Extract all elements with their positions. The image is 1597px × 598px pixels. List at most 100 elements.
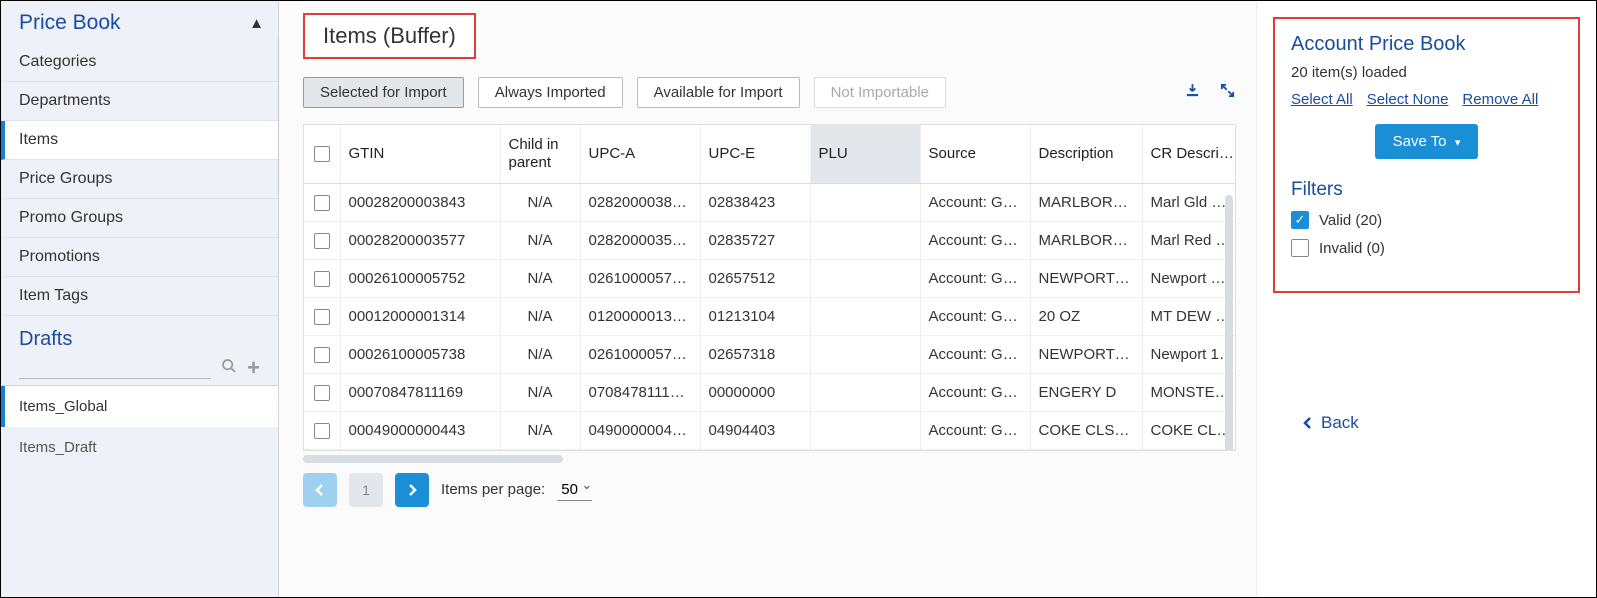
table-row[interactable]: 00012000001314N/A0120000013…01213104Acco… — [304, 297, 1236, 335]
search-icon[interactable] — [221, 358, 237, 379]
row-checkbox[interactable] — [304, 335, 340, 373]
sidebar-item-departments[interactable]: Departments — [1, 82, 278, 121]
pager-next-button[interactable] — [395, 473, 429, 507]
cell-cr-description: COKE CLSC … — [1142, 411, 1236, 449]
cell-upce: 00000000 — [700, 373, 810, 411]
col-gtin[interactable]: GTIN — [340, 125, 500, 183]
cell-cr-description: Marl Gld Bo… — [1142, 183, 1236, 221]
row-checkbox[interactable] — [304, 183, 340, 221]
table-scrollbar-horizontal[interactable] — [303, 455, 563, 463]
cell-source: Account: Gr… — [920, 183, 1030, 221]
cell-gtin: 00012000001314 — [340, 297, 500, 335]
tab-always-imported[interactable]: Always Imported — [478, 77, 623, 108]
filter-checkbox[interactable] — [1291, 239, 1309, 257]
pager-prev-button[interactable] — [303, 473, 337, 507]
remove-all-link[interactable]: Remove All — [1462, 91, 1538, 108]
cell-upca: 0282000035… — [580, 221, 700, 259]
cell-description: NEWPORT M… — [1030, 335, 1142, 373]
sidebar-item-item-tags[interactable]: Item Tags — [1, 277, 278, 316]
sidebar-item-price-groups[interactable]: Price Groups — [1, 160, 278, 199]
table-row[interactable]: 00028200003577N/A0282000035…02835727Acco… — [304, 221, 1236, 259]
cell-upca: 0490000004… — [580, 411, 700, 449]
filter-row: ✓ Valid (20) — [1291, 211, 1562, 229]
table-row[interactable]: 00049000000443N/A0490000004…04904403Acco… — [304, 411, 1236, 449]
row-checkbox[interactable] — [304, 259, 340, 297]
filter-row: Invalid (0) — [1291, 239, 1562, 257]
sidebar-header-pricebook[interactable]: Price Book ▲ — [1, 1, 278, 43]
sidebar-header-drafts[interactable]: Drafts — [1, 316, 278, 357]
save-to-button[interactable]: Save To ▾ — [1375, 124, 1479, 159]
items-per-page-label: Items per page: — [441, 481, 545, 498]
cell-upca: 0120000013… — [580, 297, 700, 335]
row-checkbox[interactable] — [304, 373, 340, 411]
page-title: Items (Buffer) — [303, 13, 476, 59]
sidebar-item-categories[interactable]: Categories — [1, 43, 278, 82]
table-row[interactable]: 00028200003843N/A0282000038…02838423Acco… — [304, 183, 1236, 221]
select-all-link[interactable]: Select All — [1291, 91, 1353, 108]
tab-available-for-import[interactable]: Available for Import — [637, 77, 800, 108]
chevron-down-icon: ▾ — [1455, 137, 1461, 149]
sidebar-item-promo-groups[interactable]: Promo Groups — [1, 199, 278, 238]
col-upca[interactable]: UPC-A — [580, 125, 700, 183]
save-to-label: Save To — [1393, 133, 1447, 150]
cell-description: MARLBORO … — [1030, 183, 1142, 221]
tabs-row: Selected for Import Always Imported Availa… — [303, 77, 1236, 108]
cell-plu — [810, 373, 920, 411]
cell-child: N/A — [500, 373, 580, 411]
chevron-up-icon: ▲ — [249, 15, 264, 32]
account-pricebook-panel: Account Price Book 20 item(s) loaded Sel… — [1273, 17, 1580, 293]
cell-source: Account: Gr… — [920, 411, 1030, 449]
filter-label: Valid (20) — [1319, 212, 1382, 229]
row-checkbox[interactable] — [304, 297, 340, 335]
expand-icon[interactable] — [1219, 82, 1236, 104]
table-row[interactable]: 00026100005738N/A0261000057…02657318Acco… — [304, 335, 1236, 373]
cell-description: COKE CLSC … — [1030, 411, 1142, 449]
items-loaded-text: 20 item(s) loaded — [1291, 64, 1562, 81]
col-description[interactable]: Description — [1030, 125, 1142, 183]
cell-cr-description: Newport Bo… — [1142, 259, 1236, 297]
col-source[interactable]: Source — [920, 125, 1030, 183]
draft-item-items_draft[interactable]: Items_Draft — [1, 427, 278, 468]
cell-child: N/A — [500, 183, 580, 221]
col-child[interactable]: Child in parent — [500, 125, 580, 183]
cell-gtin: 00026100005738 — [340, 335, 500, 373]
drafts-search-input[interactable] — [19, 357, 211, 379]
main-content: Items (Buffer) Selected for Import Always… — [279, 1, 1256, 597]
plus-icon[interactable]: + — [247, 360, 260, 376]
cell-plu — [810, 335, 920, 373]
back-link[interactable]: Back — [1273, 413, 1580, 433]
cell-child: N/A — [500, 297, 580, 335]
col-upce[interactable]: UPC-E — [700, 125, 810, 183]
table-row[interactable]: 00026100005752N/A0261000057…02657512Acco… — [304, 259, 1236, 297]
cell-child: N/A — [500, 335, 580, 373]
cell-child: N/A — [500, 221, 580, 259]
filter-checkbox[interactable]: ✓ — [1291, 211, 1309, 229]
table-scrollbar-vertical[interactable] — [1225, 195, 1233, 451]
header-checkbox[interactable] — [304, 125, 340, 183]
cell-plu — [810, 183, 920, 221]
cell-source: Account: Gr… — [920, 221, 1030, 259]
cell-description: 20 OZ — [1030, 297, 1142, 335]
download-icon[interactable] — [1184, 82, 1201, 104]
sidebar-item-promotions[interactable]: Promotions — [1, 238, 278, 277]
cell-child: N/A — [500, 259, 580, 297]
sidebar-item-items[interactable]: Items — [1, 121, 278, 160]
table-row[interactable]: 00070847811169N/A0708478111…00000000Acco… — [304, 373, 1236, 411]
select-none-link[interactable]: Select None — [1367, 91, 1449, 108]
draft-item-items_global[interactable]: Items_Global — [1, 386, 278, 427]
col-plu[interactable]: PLU — [810, 125, 920, 183]
row-checkbox[interactable] — [304, 411, 340, 449]
cell-source: Account: Gr… — [920, 259, 1030, 297]
sidebar-header-label: Price Book — [19, 11, 121, 35]
col-cr-description[interactable]: CR Description — [1142, 125, 1236, 183]
cell-gtin: 00026100005752 — [340, 259, 500, 297]
tab-not-importable: Not Importable — [814, 77, 946, 108]
cell-description: MARLBORO … — [1030, 221, 1142, 259]
selection-links: Select All Select None Remove All — [1291, 91, 1562, 108]
sidebar: Price Book ▲ CategoriesDepartmentsItemsP… — [1, 1, 279, 597]
row-checkbox[interactable] — [304, 221, 340, 259]
cell-cr-description: Marl Red Bo… — [1142, 221, 1236, 259]
tab-selected-for-import[interactable]: Selected for Import — [303, 77, 464, 108]
items-per-page-select[interactable]: 50 — [557, 479, 592, 501]
cell-child: N/A — [500, 411, 580, 449]
